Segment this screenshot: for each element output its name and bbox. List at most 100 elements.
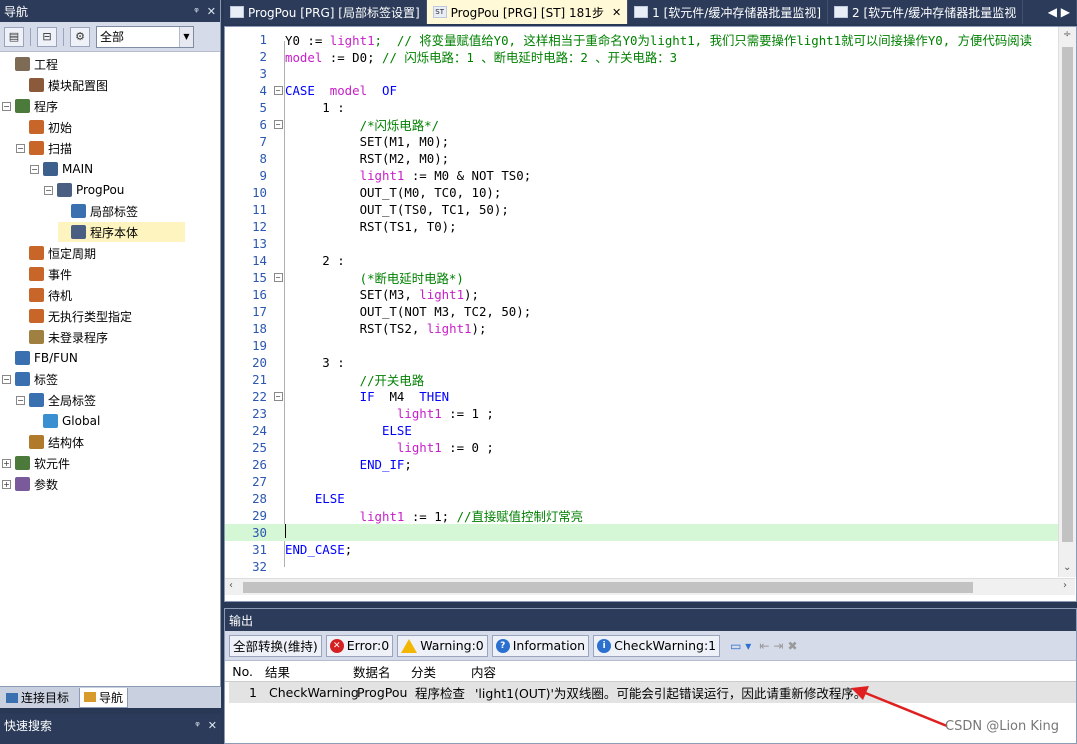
display-settings-icon[interactable]: ▭ ▾ [730,639,751,653]
collapse-icon[interactable]: − [16,143,25,153]
code-line[interactable]: 2 model := D0; // 闪烁电路：1 、断电延时电路：2 、开关电路：… [225,48,1065,65]
tree-item[interactable]: − MAIN [30,159,185,179]
collapse-icon[interactable]: − [2,374,11,384]
code-line[interactable]: 17 OUT_T(NOT M3, TC2, 50); [225,303,1065,320]
collapse-tree-icon[interactable]: ⊟ [37,26,57,47]
code-line[interactable]: 32 [225,558,1065,575]
tree-item[interactable]: 程序本体 [58,222,185,242]
code-line[interactable]: 25 light1 := 0 ; [225,439,1065,456]
fold-toggle-icon[interactable]: − [273,86,283,95]
pin-icon[interactable]: ᵠ [194,5,199,18]
column-data-name[interactable]: 数据名 [349,662,407,681]
code-line[interactable]: 13 [225,235,1065,252]
tree-item[interactable]: 结构体 [16,432,185,452]
code-line[interactable]: 26 END_IF; [225,456,1065,473]
collapse-icon[interactable]: − [16,395,25,405]
tree-item[interactable]: Global [30,411,185,431]
tree-view-icon[interactable]: ▤ [4,26,24,47]
tree-item[interactable]: + 软元件 [2,453,185,473]
close-tab-icon[interactable]: ✕ [612,6,621,19]
code-line[interactable]: 30 [225,524,1065,541]
code-line[interactable]: 7 SET(M1, M0); [225,133,1065,150]
pin-icon[interactable]: ᵠ [195,719,200,732]
code-line[interactable]: 23 light1 := 1 ; [225,405,1065,422]
tree-item[interactable]: 工程 [2,54,185,74]
tree-item[interactable]: − 扫描 [16,138,185,158]
code-line[interactable]: 22− IF M4 THEN [225,388,1065,405]
fold-toggle-icon[interactable]: − [273,392,283,401]
code-line[interactable]: 4− CASE model OF [225,82,1065,99]
tree-item[interactable]: − ProgPou [44,180,185,200]
st-code-editor[interactable]: 1 Y0 := light1; // 将变量赋值给Y0, 这样相当于重命名Y0为l… [224,26,1077,602]
fold-toggle-icon[interactable]: − [273,120,283,129]
code-line[interactable]: 12 RST(TS1, T0); [225,218,1065,235]
fold-gutter[interactable]: − [271,86,285,95]
split-icon[interactable]: ÷ [1063,29,1071,40]
editor-tab[interactable]: ProgPou [PRG] [局部标签设置] [224,0,427,24]
collapse-icon[interactable]: − [2,101,11,111]
code-line[interactable]: 21 //开关电路 [225,371,1065,388]
tree-item[interactable]: − 标签 [2,369,185,389]
collapse-icon[interactable]: − [30,164,39,174]
close-icon[interactable]: ✕ [207,5,216,18]
code-line[interactable]: 5 1 : [225,99,1065,116]
code-line[interactable]: 16 SET(M3, light1); [225,286,1065,303]
code-line[interactable]: 19 [225,337,1065,354]
tree-item[interactable]: FB/FUN [2,348,185,368]
code-line[interactable]: 31 END_CASE; [225,541,1065,558]
chevron-down-icon[interactable]: ▼ [179,26,193,47]
tree-item[interactable]: − 程序 [2,96,185,116]
code-line[interactable]: 3 [225,65,1065,82]
horizontal-scroll-thumb[interactable] [243,582,973,593]
code-line[interactable]: 14 2 : [225,252,1065,269]
column-category[interactable]: 分类 [407,662,467,681]
editor-tab[interactable]: 1 [软元件/缓冲存储器批量监视] [628,0,829,24]
information-filter-button[interactable]: ? Information [491,634,590,657]
clear-icon[interactable]: ✖ [787,639,797,653]
column-content[interactable]: 内容 [467,662,1076,681]
editor-tab[interactable]: ST ProgPou [PRG] [ST] 181步 ✕ [426,0,629,24]
next-icon[interactable]: ⇥ [773,639,783,653]
close-icon[interactable]: ✕ [208,719,217,732]
checkwarning-filter-button[interactable]: i CheckWarning:1 [593,634,721,657]
gear-icon[interactable]: ⚙ [70,26,90,47]
vertical-scrollbar[interactable]: ÷ ⌄ [1058,27,1076,577]
code-line[interactable]: 9 light1 := M0 & NOT TS0; [225,167,1065,184]
tree-item[interactable]: 恒定周期 [16,243,185,263]
error-filter-button[interactable]: ✕ Error:0 [325,634,394,657]
jump-icon[interactable]: ⇤ [759,639,769,653]
scroll-down-icon[interactable]: ⌄ [1063,562,1071,573]
editor-tab[interactable]: 2 [软元件/缓冲存储器批量监视 [828,0,1024,24]
code-line[interactable]: 6− /*闪烁电路*/ [225,116,1065,133]
expand-icon[interactable]: + [2,479,11,489]
code-line[interactable]: 20 3 : [225,354,1065,371]
vertical-scroll-thumb[interactable] [1062,47,1073,542]
filter-select[interactable]: 全部 ▼ [96,25,194,48]
fold-toggle-icon[interactable]: − [273,273,283,282]
expand-icon[interactable]: + [2,458,11,468]
convert-all-button[interactable]: 全部转换(维持) [229,634,322,657]
code-line[interactable]: 27 [225,473,1065,490]
tab-scroll-arrows[interactable]: ◀ ▶ [1042,0,1077,24]
collapse-icon[interactable]: − [44,185,53,195]
column-result[interactable]: 结果 [259,662,349,681]
fold-gutter[interactable]: − [271,120,285,129]
tab-navigation[interactable]: 导航 [79,687,129,708]
column-no[interactable]: No. [225,664,259,679]
tree-item[interactable]: 模块配置图 [16,75,185,95]
code-line[interactable]: 10 OUT_T(M0, TC0, 10); [225,184,1065,201]
horizontal-scrollbar[interactable]: ‹ › [225,578,1075,595]
scroll-right-icon[interactable]: › [1063,580,1067,591]
fold-gutter[interactable]: − [271,273,285,282]
tree-item[interactable]: + 参数 [2,474,185,494]
code-line[interactable]: 15− (*断电延时电路*) [225,269,1065,286]
code-line[interactable]: 24 ELSE [225,422,1065,439]
code-line[interactable]: 18 RST(TS2, light1); [225,320,1065,337]
scroll-left-icon[interactable]: ‹ [229,580,233,591]
fold-gutter[interactable]: − [271,392,285,401]
code-line[interactable]: 28 ELSE [225,490,1065,507]
tree-item[interactable]: 待机 [16,285,185,305]
tree-item[interactable]: 未登录程序 [16,327,185,347]
tree-item[interactable]: 事件 [16,264,185,284]
tree-item[interactable]: 初始 [16,117,185,137]
